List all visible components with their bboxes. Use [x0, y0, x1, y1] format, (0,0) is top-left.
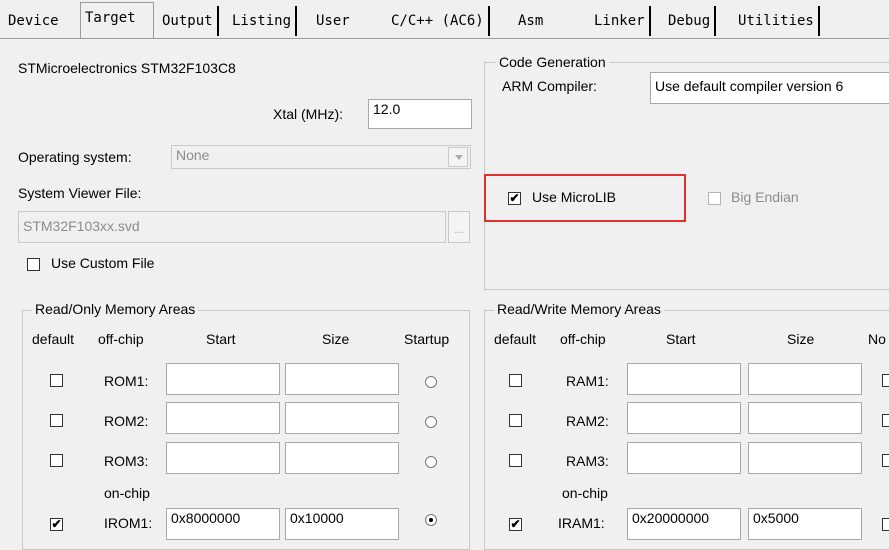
svf-input[interactable]: STM32F103xx.svd — [18, 211, 446, 243]
rw-header-default: default — [494, 331, 537, 347]
rom2-label: ROM2: — [104, 413, 149, 429]
ram1-label: RAM1: — [566, 373, 609, 389]
tab-bar: Device Target Output Listing User C/C++ … — [0, 0, 889, 40]
use-custom-file-label: Use Custom File — [51, 255, 155, 271]
ram3-size-input[interactable] — [748, 442, 862, 474]
rom2-startup-radio[interactable] — [425, 416, 437, 428]
rom3-label: ROM3: — [104, 453, 149, 469]
ram2-start-input[interactable] — [627, 402, 741, 434]
os-value: None — [176, 147, 210, 163]
irom1-start-input[interactable]: 0x8000000 — [166, 508, 280, 540]
tab-linker[interactable]: Linker — [590, 6, 651, 36]
use-microlib-checkbox[interactable]: ✔ — [508, 192, 521, 205]
rom3-default-checkbox[interactable] — [50, 454, 63, 467]
rom3-startup-radio[interactable] — [425, 456, 437, 468]
iram1-noinit-checkbox[interactable] — [882, 518, 889, 531]
ram2-noinit-checkbox[interactable] — [882, 414, 889, 427]
ram3-default-checkbox[interactable] — [509, 454, 522, 467]
ram3-start-input[interactable] — [627, 442, 741, 474]
ram3-label: RAM3: — [566, 453, 609, 469]
os-dropdown-icon[interactable] — [448, 147, 468, 167]
irom1-size-input[interactable]: 0x10000 — [285, 508, 399, 540]
rom1-default-checkbox[interactable] — [50, 374, 63, 387]
big-endian-checkbox[interactable] — [708, 192, 721, 205]
ro-header-start: Start — [206, 331, 236, 347]
tab-target[interactable]: Target — [80, 2, 154, 38]
ro-header-default: default — [32, 331, 75, 347]
rom2-default-checkbox[interactable] — [50, 414, 63, 427]
arm-compiler-label: ARM Compiler: — [502, 78, 597, 94]
ro-memory-title: Read/Only Memory Areas — [32, 301, 199, 317]
ro-header-size: Size — [322, 331, 350, 347]
rom1-startup-radio[interactable] — [425, 376, 437, 388]
tab-asm[interactable]: Asm — [514, 6, 547, 36]
tab-underline — [0, 38, 889, 39]
iram1-size-input[interactable]: 0x5000 — [748, 508, 862, 540]
device-name: STMicroelectronics STM32F103C8 — [18, 60, 236, 76]
tab-cpp[interactable]: C/C++ (AC6) — [387, 6, 490, 36]
xtal-input[interactable]: 12.0 — [368, 99, 472, 129]
tab-output[interactable]: Output — [158, 6, 219, 36]
ram1-noinit-checkbox[interactable] — [882, 374, 889, 387]
rw-onchip-label: on-chip — [562, 485, 608, 501]
ram2-default-checkbox[interactable] — [509, 414, 522, 427]
ro-header-startup: Startup — [404, 331, 450, 347]
rw-header-offchip: off-chip — [560, 331, 606, 347]
rw-memory-title: Read/Write Memory Areas — [494, 301, 664, 317]
tab-debug[interactable]: Debug — [664, 6, 717, 36]
ro-header-offchip: off-chip — [98, 331, 144, 347]
rom1-label: ROM1: — [104, 373, 149, 389]
rw-header-size: Size — [787, 331, 815, 347]
arm-compiler-select[interactable]: Use default compiler version 6 — [650, 72, 889, 104]
iram1-start-input[interactable]: 0x20000000 — [627, 508, 741, 540]
rw-header-start: Start — [666, 331, 696, 347]
irom1-startup-selected — [429, 518, 433, 522]
irom1-label: IROM1: — [104, 515, 153, 531]
tab-utilities[interactable]: Utilities — [734, 6, 820, 36]
ram2-label: RAM2: — [566, 413, 609, 429]
os-label: Operating system: — [18, 149, 132, 165]
irom1-startup-radio[interactable] — [425, 514, 437, 526]
os-select[interactable]: None — [171, 145, 471, 169]
rom3-size-input[interactable] — [285, 442, 399, 474]
rom1-size-input[interactable] — [285, 363, 399, 395]
use-microlib-label: Use MicroLIB — [532, 189, 617, 205]
rom1-start-input[interactable] — [166, 363, 280, 395]
svf-browse-button[interactable]: ... — [448, 211, 470, 243]
ro-onchip-label: on-chip — [104, 485, 150, 501]
code-generation-title: Code Generation — [496, 54, 609, 70]
rom2-start-input[interactable] — [166, 402, 280, 434]
use-custom-file-checkbox[interactable] — [27, 258, 40, 271]
iram1-label: IRAM1: — [558, 515, 605, 531]
tab-listing[interactable]: Listing — [228, 6, 298, 36]
ram1-default-checkbox[interactable] — [509, 374, 522, 387]
xtal-label: Xtal (MHz): — [273, 106, 343, 122]
rw-header-noinit: No — [868, 331, 886, 347]
ram1-size-input[interactable] — [748, 363, 862, 395]
rom3-start-input[interactable] — [166, 442, 280, 474]
rom2-size-input[interactable] — [285, 402, 399, 434]
ram1-start-input[interactable] — [627, 363, 741, 395]
svf-label: System Viewer File: — [18, 185, 142, 201]
ram2-size-input[interactable] — [748, 402, 862, 434]
iram1-default-checkbox[interactable]: ✔ — [509, 518, 522, 531]
irom1-default-checkbox[interactable]: ✔ — [50, 518, 63, 531]
tab-user[interactable]: User — [312, 6, 354, 36]
big-endian-label: Big Endian — [731, 189, 799, 205]
ram3-noinit-checkbox[interactable] — [882, 454, 889, 467]
tab-device[interactable]: Device — [4, 6, 63, 36]
